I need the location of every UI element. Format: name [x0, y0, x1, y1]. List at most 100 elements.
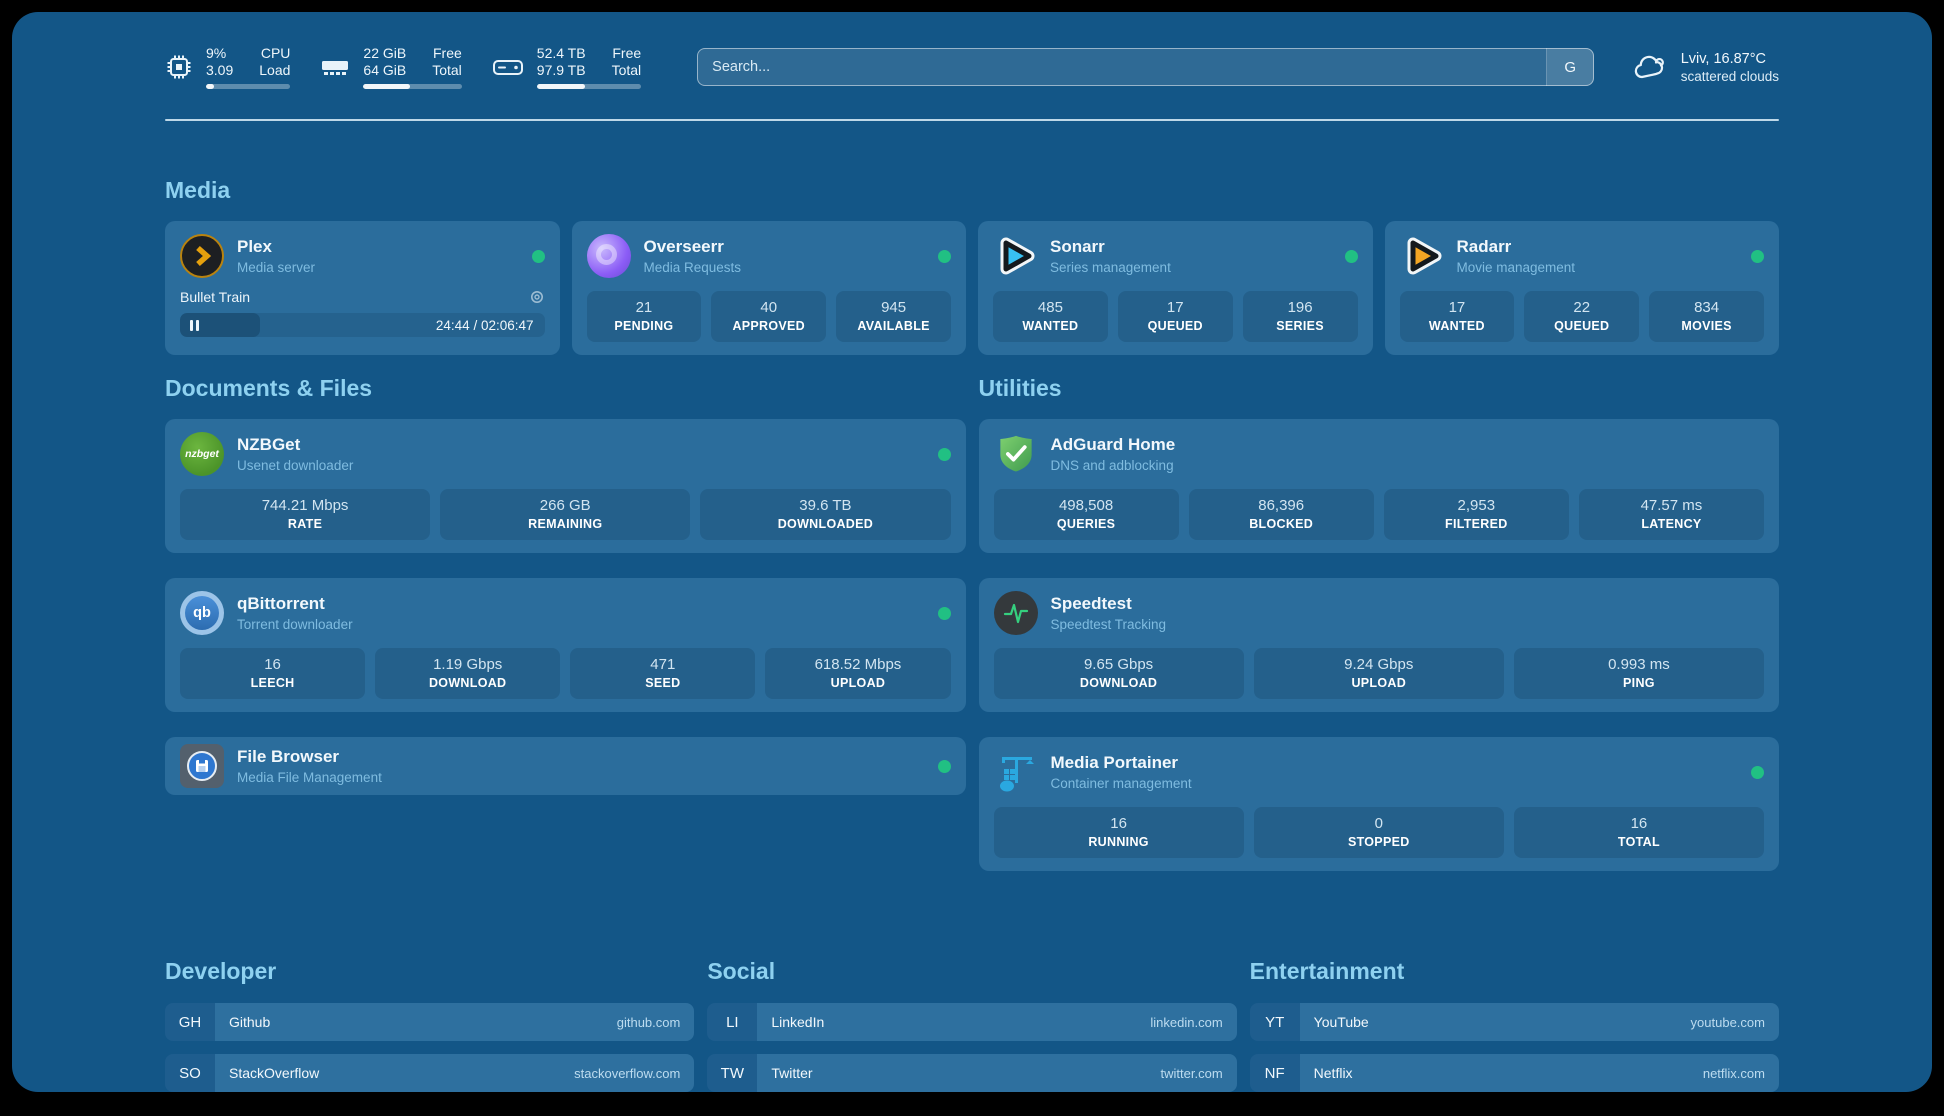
- memory-free-value: 22 GiB: [363, 45, 406, 62]
- service-card-adguard[interactable]: AdGuard Home DNS and adblocking 498,508Q…: [979, 419, 1780, 553]
- filebrowser-title: File Browser: [237, 747, 382, 767]
- stat-tile: 485WANTED: [993, 291, 1108, 342]
- cpu-progress-bar: [206, 84, 290, 89]
- filebrowser-icon: [180, 744, 224, 788]
- stat-tile: 86,396BLOCKED: [1189, 489, 1374, 540]
- section-documents-files: Documents & Files nzbget NZBGet Usenet d…: [165, 375, 966, 896]
- disk-progress-bar: [537, 84, 641, 89]
- filebrowser-status-dot: [938, 760, 951, 773]
- adguard-subtitle: DNS and adblocking: [1051, 458, 1176, 473]
- pause-icon[interactable]: [190, 320, 199, 331]
- nzbget-status-dot: [938, 448, 951, 461]
- disk-label-1: Free: [612, 45, 642, 62]
- stat-tile: 0STOPPED: [1254, 807, 1504, 858]
- stat-tile: 9.24 GbpsUPLOAD: [1254, 648, 1504, 699]
- radarr-icon: [1400, 234, 1444, 278]
- sonarr-subtitle: Series management: [1050, 260, 1171, 275]
- sonarr-icon: [993, 234, 1037, 278]
- stat-tile: 0.993 msPING: [1514, 648, 1764, 699]
- service-card-qbittorrent[interactable]: qb qBittorrent Torrent downloader 16LEEC…: [165, 578, 966, 712]
- bookmark-twitter[interactable]: TW Twittertwitter.com: [707, 1054, 1236, 1092]
- plex-now-playing-title: Bullet Train: [180, 289, 250, 305]
- overseerr-icon: [587, 234, 631, 278]
- overseerr-status-dot: [938, 250, 951, 263]
- sonarr-status-dot: [1345, 250, 1358, 263]
- bookmark-stackoverflow[interactable]: SO StackOverflowstackoverflow.com: [165, 1054, 694, 1092]
- service-card-portainer[interactable]: Media Portainer Container management 16R…: [979, 737, 1780, 871]
- stat-tile: 16LEECH: [180, 648, 365, 699]
- portainer-icon: [994, 750, 1038, 794]
- sonarr-title: Sonarr: [1050, 237, 1171, 257]
- service-card-filebrowser[interactable]: File Browser Media File Management: [165, 737, 966, 795]
- service-card-speedtest[interactable]: Speedtest Speedtest Tracking 9.65 GbpsDO…: [979, 578, 1780, 712]
- stat-tile: 21PENDING: [587, 291, 702, 342]
- cpu-progress-fill: [206, 84, 214, 89]
- section-title-social: Social: [707, 958, 1236, 985]
- cpu-icon: [165, 53, 193, 81]
- service-card-nzbget[interactable]: nzbget NZBGet Usenet downloader 744.21 M…: [165, 419, 966, 553]
- section-entertainment: Entertainment YT YouTubeyoutube.com NF N…: [1250, 958, 1779, 1092]
- search-engine-badge[interactable]: G: [1546, 48, 1594, 86]
- qbittorrent-title: qBittorrent: [237, 594, 353, 614]
- settings-gear-icon[interactable]: [529, 289, 545, 305]
- bookmark-abbr: TW: [707, 1054, 757, 1092]
- speedtest-title: Speedtest: [1051, 594, 1167, 614]
- weather-widget: Lviv, 16.87°C scattered clouds: [1632, 51, 1779, 84]
- bookmark-netflix[interactable]: NF Netflixnetflix.com: [1250, 1054, 1779, 1092]
- qbittorrent-status-dot: [938, 607, 951, 620]
- disk-progress-fill: [537, 84, 585, 89]
- overseerr-subtitle: Media Requests: [644, 260, 742, 275]
- memory-progress-bar: [363, 84, 461, 89]
- disk-label-2: Total: [612, 62, 642, 79]
- section-title-developer: Developer: [165, 958, 694, 985]
- disk-total-value: 97.9 TB: [537, 62, 586, 79]
- cpu-load-value: 3.09: [206, 62, 233, 79]
- disk-icon: [492, 53, 524, 81]
- speedtest-icon: [994, 591, 1038, 635]
- service-card-radarr[interactable]: Radarr Movie management 17WANTED 22QUEUE…: [1385, 221, 1780, 355]
- memory-label-2: Total: [432, 62, 462, 79]
- memory-progress-fill: [363, 84, 409, 89]
- header-divider: [165, 119, 1779, 121]
- portainer-subtitle: Container management: [1051, 776, 1192, 791]
- stat-tile: 17WANTED: [1400, 291, 1515, 342]
- memory-icon: [320, 53, 350, 81]
- nzbget-title: NZBGet: [237, 435, 353, 455]
- cpu-label-2: Load: [259, 62, 290, 79]
- bookmark-abbr: YT: [1250, 1003, 1300, 1041]
- service-card-sonarr[interactable]: Sonarr Series management 485WANTED 17QUE…: [978, 221, 1373, 355]
- top-bar: 9% CPU 3.09 Load: [165, 42, 1779, 92]
- radarr-title: Radarr: [1457, 237, 1576, 257]
- stat-tile: 47.57 msLATENCY: [1579, 489, 1764, 540]
- stat-tile: 39.6 TBDOWNLOADED: [700, 489, 950, 540]
- stat-tile: 9.65 GbpsDOWNLOAD: [994, 648, 1244, 699]
- radarr-subtitle: Movie management: [1457, 260, 1576, 275]
- service-card-plex[interactable]: Plex Media server Bullet Train: [165, 221, 560, 355]
- memory-label-1: Free: [432, 45, 462, 62]
- weather-location-temp: Lviv, 16.87°C: [1681, 51, 1779, 67]
- bookmark-youtube[interactable]: YT YouTubeyoutube.com: [1250, 1003, 1779, 1041]
- memory-total-value: 64 GiB: [363, 62, 406, 79]
- plex-subtitle: Media server: [237, 260, 315, 275]
- stat-tile: 196SERIES: [1243, 291, 1358, 342]
- cpu-label-1: CPU: [259, 45, 290, 62]
- stat-tile: 16TOTAL: [1514, 807, 1764, 858]
- plex-status-dot: [532, 250, 545, 263]
- bookmark-github[interactable]: GH Githubgithub.com: [165, 1003, 694, 1041]
- service-card-overseerr[interactable]: Overseerr Media Requests 21PENDING 40APP…: [572, 221, 967, 355]
- section-title-entertainment: Entertainment: [1250, 958, 1779, 985]
- plex-title: Plex: [237, 237, 315, 257]
- stat-tile: 40APPROVED: [711, 291, 826, 342]
- bookmark-abbr: SO: [165, 1054, 215, 1092]
- stat-tile: 834MOVIES: [1649, 291, 1764, 342]
- search-input[interactable]: [697, 48, 1594, 86]
- weather-condition: scattered clouds: [1681, 69, 1779, 84]
- adguard-title: AdGuard Home: [1051, 435, 1176, 455]
- bookmark-linkedin[interactable]: LI LinkedInlinkedin.com: [707, 1003, 1236, 1041]
- memory-widget: 22 GiB Free 64 GiB Total: [320, 45, 461, 89]
- stat-tile: 744.21 MbpsRATE: [180, 489, 430, 540]
- radarr-status-dot: [1751, 250, 1764, 263]
- plex-progress-bar[interactable]: 24:44 / 02:06:47: [180, 313, 545, 337]
- bookmark-abbr: NF: [1250, 1054, 1300, 1092]
- nzbget-icon: nzbget: [180, 432, 224, 476]
